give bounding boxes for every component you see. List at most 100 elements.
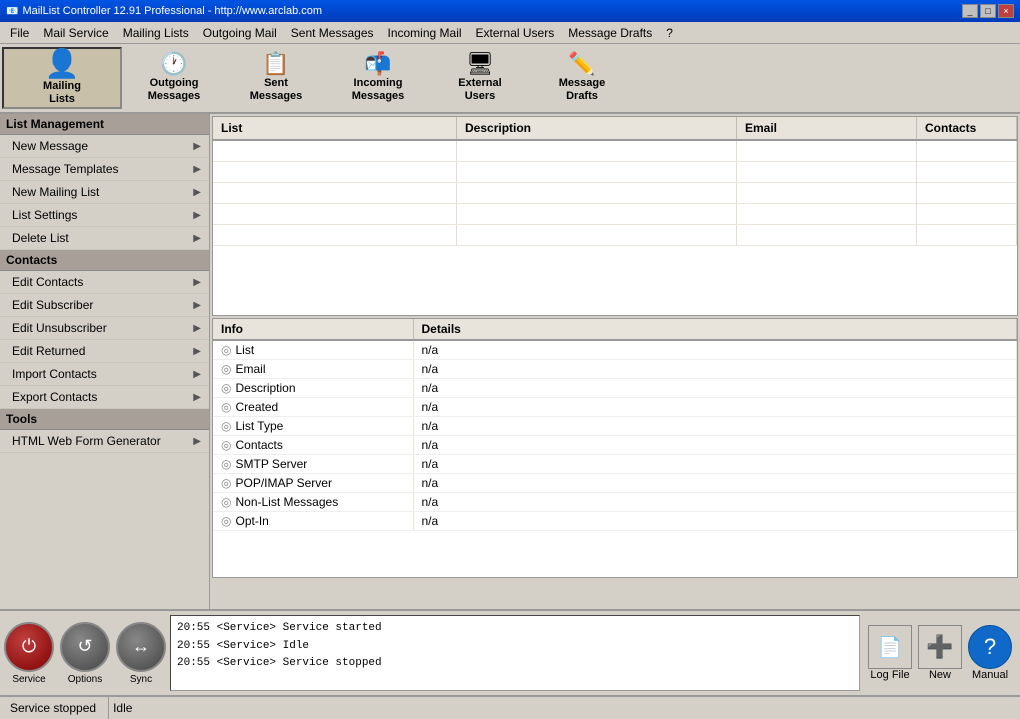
sync-button[interactable]: ↔ [116,622,166,672]
manual-btn-wrap: ? Manual [968,625,1012,681]
toolbar-outgoing-messages[interactable]: 🕐 OutgoingMessages [124,47,224,109]
menu-help[interactable]: ? [660,24,679,42]
sidebar-item-edit-contacts[interactable]: Edit Contacts ▶ [0,271,209,294]
info-row: ◎Emailn/a [213,360,1017,379]
table-row-empty-3 [213,183,1017,204]
sidebar: List Management New Message ▶ Message Te… [0,114,210,609]
main-table: List Description Email Contacts [212,116,1018,316]
table-row-empty-5 [213,225,1017,246]
info-row-value: n/a [413,417,1017,436]
options-button[interactable]: ↺ [60,622,110,672]
toolbar-external-users[interactable]: 🖥 ExternalUsers [430,47,530,109]
service-button[interactable]: ⏻ [4,622,54,672]
status-bar: Service stopped Idle [0,695,1020,719]
sidebar-section-tools: Tools [0,409,209,430]
info-row-label: Description [235,381,295,395]
col-contacts: Contacts [917,117,1017,140]
sidebar-item-edit-returned[interactable]: Edit Returned ▶ [0,340,209,363]
new-btn-wrap: ➕ New [918,625,962,681]
info-col-info: Info [213,319,413,340]
toolbar-sent-label: SentMessages [250,77,303,103]
log-area: 20:55 <Service> Service started20:55 <Se… [170,615,860,691]
sidebar-item-delete-list[interactable]: Delete List ▶ [0,227,209,250]
info-row: ◎Non-List Messagesn/a [213,493,1017,512]
info-row-icon: ◎ [221,438,231,452]
table-row-empty-4 [213,204,1017,225]
info-row-label: SMTP Server [235,457,307,471]
menu-message-drafts[interactable]: Message Drafts [562,24,658,42]
menu-mail-service[interactable]: Mail Service [37,24,114,42]
new-button[interactable]: ➕ [918,625,962,669]
menu-sent-messages[interactable]: Sent Messages [285,24,380,42]
close-button[interactable]: × [998,4,1014,18]
log-line: 20:55 <Service> Idle [177,638,853,656]
col-description: Description [457,117,737,140]
menu-outgoing-mail[interactable]: Outgoing Mail [197,24,283,42]
main-layout: List Management New Message ▶ Message Te… [0,114,1020,609]
sidebar-item-new-mailing-list[interactable]: New Mailing List ▶ [0,181,209,204]
sync-icon: ↔ [132,636,150,657]
toolbar-mailing-lists[interactable]: 👤 MailingLists [2,47,122,109]
menu-incoming-mail[interactable]: Incoming Mail [382,24,468,42]
sidebar-item-import-contacts[interactable]: Import Contacts ▶ [0,363,209,386]
info-col-details: Details [413,319,1017,340]
maximize-button[interactable]: □ [980,4,996,18]
info-row: ◎SMTP Servern/a [213,455,1017,474]
arrow-icon: ▶ [193,392,201,403]
sidebar-item-list-settings[interactable]: List Settings ▶ [0,204,209,227]
toolbar-incoming-label: IncomingMessages [352,77,405,103]
info-row: ◎POP/IMAP Servern/a [213,474,1017,493]
info-row-value: n/a [413,360,1017,379]
log-file-button[interactable]: 📄 [868,625,912,669]
menu-mailing-lists[interactable]: Mailing Lists [117,24,195,42]
toolbar-incoming-messages[interactable]: 📬 IncomingMessages [328,47,428,109]
menu-file[interactable]: File [4,24,35,42]
arrow-icon: ▶ [193,210,201,221]
table-row-empty-1 [213,140,1017,162]
sidebar-item-html-web-form[interactable]: HTML Web Form Generator ▶ [0,430,209,453]
info-row-label: Contacts [235,438,282,452]
log-file-label: Log File [870,669,909,681]
info-row-label: List [235,343,254,357]
sync-btn-wrap: ↔ Sync [116,622,166,685]
sidebar-item-export-contacts[interactable]: Export Contacts ▶ [0,386,209,409]
info-panel: Info Details ◎Listn/a◎Emailn/a◎Descripti… [212,318,1018,578]
sidebar-item-edit-unsubscriber[interactable]: Edit Unsubscriber ▶ [0,317,209,340]
incoming-messages-icon: 📬 [364,53,391,75]
info-row: ◎Opt-Inn/a [213,512,1017,531]
info-row-value: n/a [413,493,1017,512]
arrow-icon: ▶ [193,277,201,288]
service-label: Service [12,674,45,685]
options-label: Options [68,674,102,685]
info-row-value: n/a [413,340,1017,360]
sidebar-item-message-templates[interactable]: Message Templates ▶ [0,158,209,181]
sidebar-item-new-message[interactable]: New Message ▶ [0,135,209,158]
info-row: ◎Contactsn/a [213,436,1017,455]
arrow-icon: ▶ [193,187,201,198]
status-right: Idle [109,697,144,719]
info-row-value: n/a [413,379,1017,398]
manual-button[interactable]: ? [968,625,1012,669]
bottom-area: ⏻ Service ↺ Options ↔ Sync 20:55 <Servic… [0,609,1020,695]
app-icon: 📧 [6,6,18,17]
toolbar: 👤 MailingLists 🕐 OutgoingMessages 📋 Sent… [0,44,1020,114]
minimize-button[interactable]: _ [962,4,978,18]
toolbar-message-drafts[interactable]: ✏️ MessageDrafts [532,47,632,109]
col-email: Email [737,117,917,140]
sidebar-item-edit-subscriber[interactable]: Edit Subscriber ▶ [0,294,209,317]
table-row-empty-2 [213,162,1017,183]
toolbar-outgoing-label: OutgoingMessages [148,77,201,103]
info-row-label: List Type [235,419,283,433]
manual-label: Manual [972,669,1008,681]
info-row-label: Non-List Messages [235,495,338,509]
menu-external-users[interactable]: External Users [470,24,561,42]
log-line: 20:55 <Service> Service started [177,620,853,638]
col-list: List [213,117,457,140]
outgoing-messages-icon: 🕐 [160,53,187,75]
arrow-icon: ▶ [193,141,201,152]
log-line: 20:55 <Service> Service stopped [177,655,853,673]
toolbar-sent-messages[interactable]: 📋 SentMessages [226,47,326,109]
sidebar-section-contacts: Contacts [0,250,209,271]
window-title: MailList Controller 12.91 Professional -… [22,5,322,17]
window-controls[interactable]: _ □ × [962,4,1014,18]
